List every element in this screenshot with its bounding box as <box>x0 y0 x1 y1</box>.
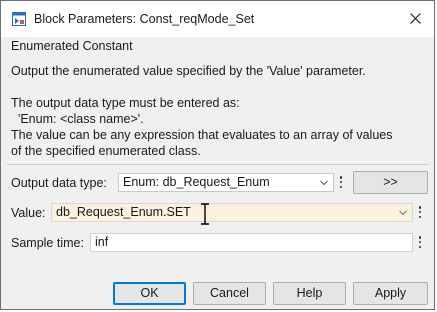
value-label: Value: <box>11 206 46 220</box>
apply-button[interactable]: Apply <box>353 282 428 305</box>
value-input[interactable]: db_Request_Enum.SET <box>51 203 413 222</box>
cancel-button[interactable]: Cancel <box>193 282 266 305</box>
output-data-type-menu-icon[interactable] <box>338 174 344 190</box>
title-bar: Block Parameters: Const_reqMode_Set <box>1 1 434 37</box>
chevron-down-icon <box>320 180 328 186</box>
sample-time-input[interactable]: inf <box>90 233 413 252</box>
chevron-down-icon <box>399 210 407 216</box>
block-parameters-dialog: Block Parameters: Const_reqMode_Set Enum… <box>0 0 435 310</box>
divider <box>7 164 429 165</box>
help-button[interactable]: Help <box>273 282 346 305</box>
close-icon <box>409 12 421 24</box>
close-button[interactable] <box>406 9 424 27</box>
output-data-type-label: Output data type: <box>11 176 107 190</box>
group-title: Enumerated Constant <box>11 39 133 53</box>
sample-time-menu-icon[interactable] <box>417 234 423 250</box>
output-data-type-value: Enum: db_Request_Enum <box>123 175 270 189</box>
output-data-type-select[interactable]: Enum: db_Request_Enum <box>118 173 334 192</box>
data-type-assistant-button[interactable]: >> <box>353 171 428 194</box>
sample-time-label: Sample time: <box>11 236 84 250</box>
sample-time-value: inf <box>95 235 109 249</box>
value-text: db_Request_Enum.SET <box>56 205 191 219</box>
window-title: Block Parameters: Const_reqMode_Set <box>34 12 255 26</box>
block-description: Output the enumerated value specified by… <box>11 64 393 158</box>
simulink-block-icon <box>12 12 26 26</box>
value-menu-icon[interactable] <box>417 204 423 220</box>
text-cursor-icon <box>201 203 209 225</box>
ok-button[interactable]: OK <box>113 282 186 305</box>
